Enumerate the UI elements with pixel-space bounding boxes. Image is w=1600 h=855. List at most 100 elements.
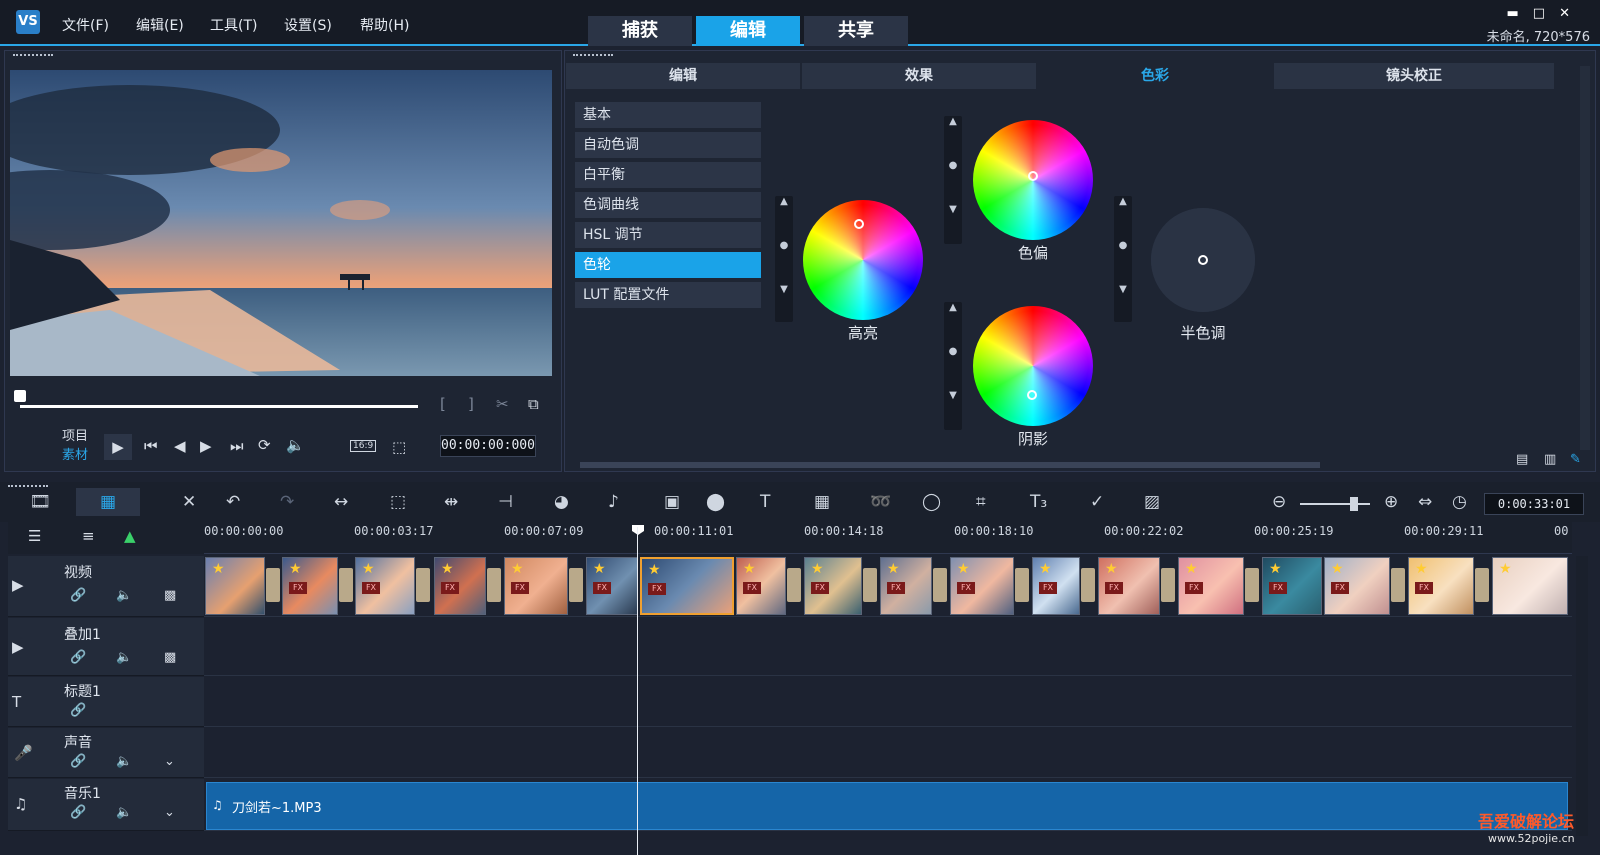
tools-icon[interactable]: ✕ [182,492,196,512]
split-view-icon[interactable]: ▥ [1544,452,1556,467]
track-header-video[interactable]: ▶ 视频 🔗 🔈 ▩ [8,556,204,617]
track-header-voice[interactable]: 🎤 声音 🔗 🔈 ⌄ [8,728,204,778]
midtone-slider[interactable]: ▲ ● ▼ [1114,196,1132,322]
cast-wheel-handle[interactable] [1028,171,1038,181]
options-hscrollbar[interactable] [580,462,1320,468]
transition[interactable] [787,568,801,602]
video-clip[interactable]: ★ [1492,557,1568,615]
transition[interactable] [339,568,353,602]
menu-edit[interactable]: 编辑(E) [136,15,184,35]
crop-icon[interactable]: ⬚ [392,438,406,456]
video-clip[interactable]: ★ FX [434,557,486,615]
multicam-icon[interactable]: ▣ [664,492,680,512]
video-clip[interactable]: ★ FX [880,557,932,615]
enlarge-icon[interactable]: ⧉ [528,395,539,413]
category-lut[interactable]: LUT 配置文件 [575,282,761,308]
end-icon[interactable]: ⏭ [230,437,244,455]
scrubber-bar[interactable] [20,405,418,408]
transition[interactable] [1081,568,1095,602]
cast-wheel[interactable] [973,120,1093,240]
video-clip[interactable]: ★ FX [1178,557,1244,615]
transition[interactable] [569,568,583,602]
link-icon[interactable]: 🔗 [70,703,86,718]
timeline-view-icon[interactable]: ▦ [76,488,140,516]
repeat-icon[interactable]: ⟳ [258,436,271,454]
mode-project[interactable]: 项目 [62,425,88,444]
home-icon[interactable]: ⏮ [144,437,158,455]
zoom-out-icon[interactable]: ⊖ [1272,492,1286,512]
transition[interactable] [933,568,947,602]
subtitle-icon[interactable]: ▨ [1144,492,1160,512]
shadow-wheel-handle[interactable] [1027,390,1037,400]
timeline-timecode[interactable]: 0:00:33:01 [1484,493,1584,515]
minimize-icon[interactable]: ▬ [1507,6,1533,21]
options-vscrollbar[interactable] [1580,66,1590,450]
zoom-slider-handle[interactable] [1350,497,1358,511]
close-icon[interactable]: ✕ [1559,6,1584,21]
next-frame-icon[interactable]: ▶ [200,437,212,455]
motion-icon[interactable]: ➿ [870,492,891,512]
mode-clip[interactable]: 素材 [62,444,88,463]
fit-icon[interactable]: ↔ [334,492,348,512]
mark-in-icon[interactable]: [ [440,395,446,413]
tab-share[interactable]: 共享 [804,16,908,46]
shadow-slider[interactable]: ▲ ● ▼ [944,302,962,430]
scissors-icon[interactable]: ✂ [496,395,509,413]
video-clip[interactable]: ★ FX [355,557,415,615]
track-header-title[interactable]: T 标题1 🔗 [8,677,204,727]
track-header-music[interactable]: ♫ 音乐1 🔗 🔈 ⌄ [8,779,204,831]
music-clip[interactable] [206,782,1568,830]
color-icon[interactable]: ◕ [554,492,569,512]
panel-grip[interactable] [573,54,613,57]
category-white-balance[interactable]: 白平衡 [575,162,761,188]
layout-icon[interactable]: ▤ [1516,452,1528,467]
pan-zoom-icon[interactable]: ⬚ [390,492,406,512]
category-tone-curve[interactable]: 色调曲线 [575,192,761,218]
menu-settings[interactable]: 设置(S) [284,15,332,35]
category-auto-tone[interactable]: 自动色调 [575,132,761,158]
video-clip[interactable]: ★ [205,557,265,615]
video-clip[interactable]: ★ FX [950,557,1014,615]
mask-icon[interactable]: ◯ [922,492,941,512]
marker-icon[interactable]: ✓ [1090,492,1104,512]
grid-icon[interactable]: ▩ [164,588,176,603]
video-clip[interactable]: ★ FX [586,557,638,615]
aspect-ratio-button[interactable]: 16:9 [350,440,377,452]
tab-capture[interactable]: 捕获 [588,16,692,46]
maximize-icon[interactable]: □ [1533,6,1559,21]
subtab-color[interactable]: 色彩 [1038,63,1272,89]
highlight-wheel-handle[interactable] [854,219,864,229]
transition[interactable] [1015,568,1029,602]
fit-project-icon[interactable]: ⇔ [1418,492,1432,512]
transition[interactable] [1161,568,1175,602]
playhead[interactable] [637,527,638,855]
subtab-lens-correction[interactable]: 镜头校正 [1274,63,1554,89]
video-clip[interactable]: ★ FX [1324,557,1390,615]
transition[interactable] [1391,568,1405,602]
menu-file[interactable]: 文件(F) [62,15,109,35]
panel-grip[interactable] [8,485,48,488]
video-clip-selected[interactable]: ★ FX [640,557,734,615]
midtone-wheel-handle[interactable] [1198,255,1208,265]
link-icon[interactable]: 🔗 [70,805,86,820]
link-icon[interactable]: 🔗 [70,754,86,769]
track-body-overlay[interactable] [204,618,1572,676]
transition[interactable] [266,568,280,602]
ripple-edit-icon[interactable]: ▲ [124,527,136,545]
track-body-voice[interactable] [204,728,1572,778]
highlight-slider[interactable]: ▲ ● ▼ [775,196,793,322]
zoom-in-icon[interactable]: ⊕ [1384,492,1398,512]
midtone-wheel[interactable] [1143,200,1263,320]
transition[interactable] [487,568,501,602]
mute-icon[interactable]: 🔈 [116,754,132,769]
zoom-slider[interactable] [1300,503,1370,505]
transition[interactable] [863,568,877,602]
video-clip[interactable]: ★ FX [1032,557,1080,615]
split-icon[interactable]: ⇹ [444,492,458,512]
video-clip[interactable]: ★ FX [1262,557,1322,615]
video-clip[interactable]: ★ FX [1098,557,1160,615]
volume-icon[interactable]: 🔈 [286,436,305,454]
expand-icon[interactable]: ⌄ [164,805,175,820]
play-button[interactable]: ▶ [104,434,132,460]
expand-icon[interactable]: ⌄ [164,754,175,769]
